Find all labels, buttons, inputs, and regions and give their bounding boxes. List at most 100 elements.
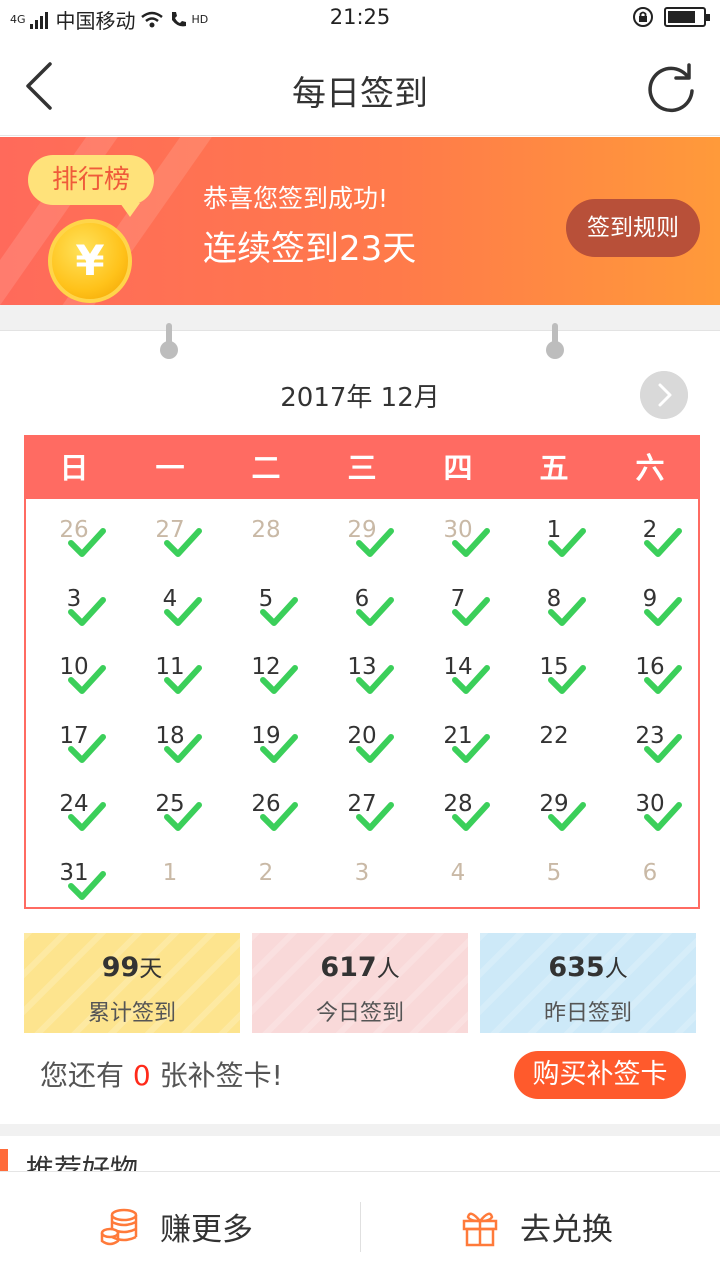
calendar-day[interactable]: 2 [602, 503, 698, 572]
calendar-grid: 26 27 28 29 30 1 2 3 4 5 6 7 8 9 10 11 12 13 14 15 16 17 18 19 2… [26, 499, 698, 914]
stat-today: 617人 今日签到 [252, 933, 468, 1033]
weekday-label: 日 [59, 451, 89, 485]
calendar-day[interactable]: 5 [506, 846, 602, 915]
calendar-day[interactable]: 19 [218, 709, 314, 778]
calendar-day[interactable]: 30 [410, 503, 506, 572]
weekday-header: 日一二三四五六 [26, 437, 698, 499]
earn-more-button[interactable]: 赚更多 [100, 1172, 253, 1281]
check-icon [356, 733, 394, 763]
calendar-day[interactable]: 26 [26, 503, 122, 572]
calendar-day[interactable]: 27 [122, 503, 218, 572]
weekday-label: 三 [347, 451, 377, 485]
weekday-label: 六 [635, 451, 665, 485]
stat-unit: 人 [376, 956, 400, 982]
calendar-day[interactable]: 1 [122, 846, 218, 915]
stat-label: 昨日签到 [543, 1001, 632, 1026]
makeup-card-text: 您还有 0 张补签卡! [40, 1054, 283, 1094]
check-icon [260, 733, 298, 763]
calendar-day[interactable]: 13 [314, 640, 410, 709]
rank-badge[interactable]: 排行榜 [28, 155, 154, 217]
earn-more-label: 赚更多 [160, 1212, 253, 1248]
calendar-day[interactable]: 11 [122, 640, 218, 709]
calendar-day[interactable]: 7 [410, 572, 506, 641]
calendar-day[interactable]: 16 [602, 640, 698, 709]
coin-symbol: ¥ [75, 236, 105, 285]
calendar-day[interactable]: 5 [218, 572, 314, 641]
check-icon [356, 665, 394, 694]
calendar-day[interactable]: 4 [410, 846, 506, 915]
check-icon [452, 596, 490, 626]
check-icon [164, 596, 202, 626]
checkin-banner: 排行榜 ¥ 恭喜您签到成功! 连续签到23天 签到规则 [0, 137, 720, 305]
status-right [632, 6, 710, 28]
calendar-day[interactable]: 17 [26, 709, 122, 778]
next-month-icon[interactable] [640, 371, 688, 419]
day-number: 1 [162, 859, 178, 886]
calendar-day[interactable]: 24 [26, 777, 122, 846]
calendar-day[interactable]: 26 [218, 777, 314, 846]
buy-makeup-card-button[interactable]: 购买补签卡 [514, 1051, 686, 1099]
check-icon [452, 528, 490, 557]
exchange-label: 去兑换 [520, 1212, 613, 1248]
calendar-day[interactable]: 1 [506, 503, 602, 572]
calendar-day[interactable]: 14 [410, 640, 506, 709]
calendar-day[interactable]: 28 [218, 503, 314, 572]
calendar-day[interactable]: 3 [26, 572, 122, 641]
check-icon [68, 596, 106, 626]
check-icon [548, 802, 586, 831]
calendar-day[interactable]: 8 [506, 572, 602, 641]
calendar-day[interactable]: 6 [314, 572, 410, 641]
day-number: 6 [642, 859, 658, 886]
check-icon [68, 802, 106, 831]
calendar-day[interactable]: 25 [122, 777, 218, 846]
calendar-day[interactable]: 21 [410, 709, 506, 778]
calendar-day[interactable]: 2 [218, 846, 314, 915]
check-icon [260, 802, 298, 831]
stat-yesterday: 635人 昨日签到 [480, 933, 696, 1033]
success-message: 恭喜您签到成功! [203, 184, 389, 213]
pin-icon [160, 323, 178, 359]
month-title: 2017年 12月 [280, 383, 440, 413]
calendar-day[interactable]: 31 [26, 846, 122, 915]
gift-icon [462, 1212, 498, 1246]
refresh-icon[interactable] [644, 60, 698, 114]
calendar-day[interactable]: 15 [506, 640, 602, 709]
calendar-day[interactable]: 23 [602, 709, 698, 778]
calendar-day[interactable]: 3 [314, 846, 410, 915]
calendar-day[interactable]: 4 [122, 572, 218, 641]
calendar-day[interactable]: 27 [314, 777, 410, 846]
calendar-day[interactable]: 10 [26, 640, 122, 709]
check-icon [260, 596, 298, 626]
calendar-day[interactable]: 20 [314, 709, 410, 778]
calendar-day[interactable]: 29 [506, 777, 602, 846]
calendar-day[interactable]: 30 [602, 777, 698, 846]
calendar-day[interactable]: 29 [314, 503, 410, 572]
calendar-day[interactable]: 22 [506, 709, 602, 778]
stat-unit: 人 [604, 956, 628, 982]
stat-value: 617 [320, 952, 377, 983]
day-number: 5 [546, 859, 562, 886]
calendar-day[interactable]: 9 [602, 572, 698, 641]
day-number: 2 [258, 859, 274, 886]
check-icon [356, 528, 394, 557]
check-icon [68, 733, 106, 763]
stat-unit: 天 [139, 956, 163, 982]
check-icon [164, 802, 202, 831]
check-icon [644, 596, 682, 626]
weekday-label: 一 [155, 451, 185, 485]
day-number: 4 [450, 859, 466, 886]
check-icon [548, 665, 586, 694]
weekday-label: 五 [539, 451, 569, 485]
calendar-day[interactable]: 12 [218, 640, 314, 709]
calendar-day[interactable]: 6 [602, 846, 698, 915]
check-icon [68, 528, 106, 557]
check-icon [68, 870, 106, 900]
exchange-button[interactable]: 去兑换 [460, 1172, 613, 1281]
status-bar: 4G 中国移动 HD 21:25 [0, 0, 720, 36]
weekday-label: 二 [251, 451, 281, 485]
clock: 21:25 [329, 5, 391, 29]
check-icon [548, 596, 586, 626]
calendar-day[interactable]: 18 [122, 709, 218, 778]
calendar-day[interactable]: 28 [410, 777, 506, 846]
rules-button[interactable]: 签到规则 [566, 199, 700, 257]
